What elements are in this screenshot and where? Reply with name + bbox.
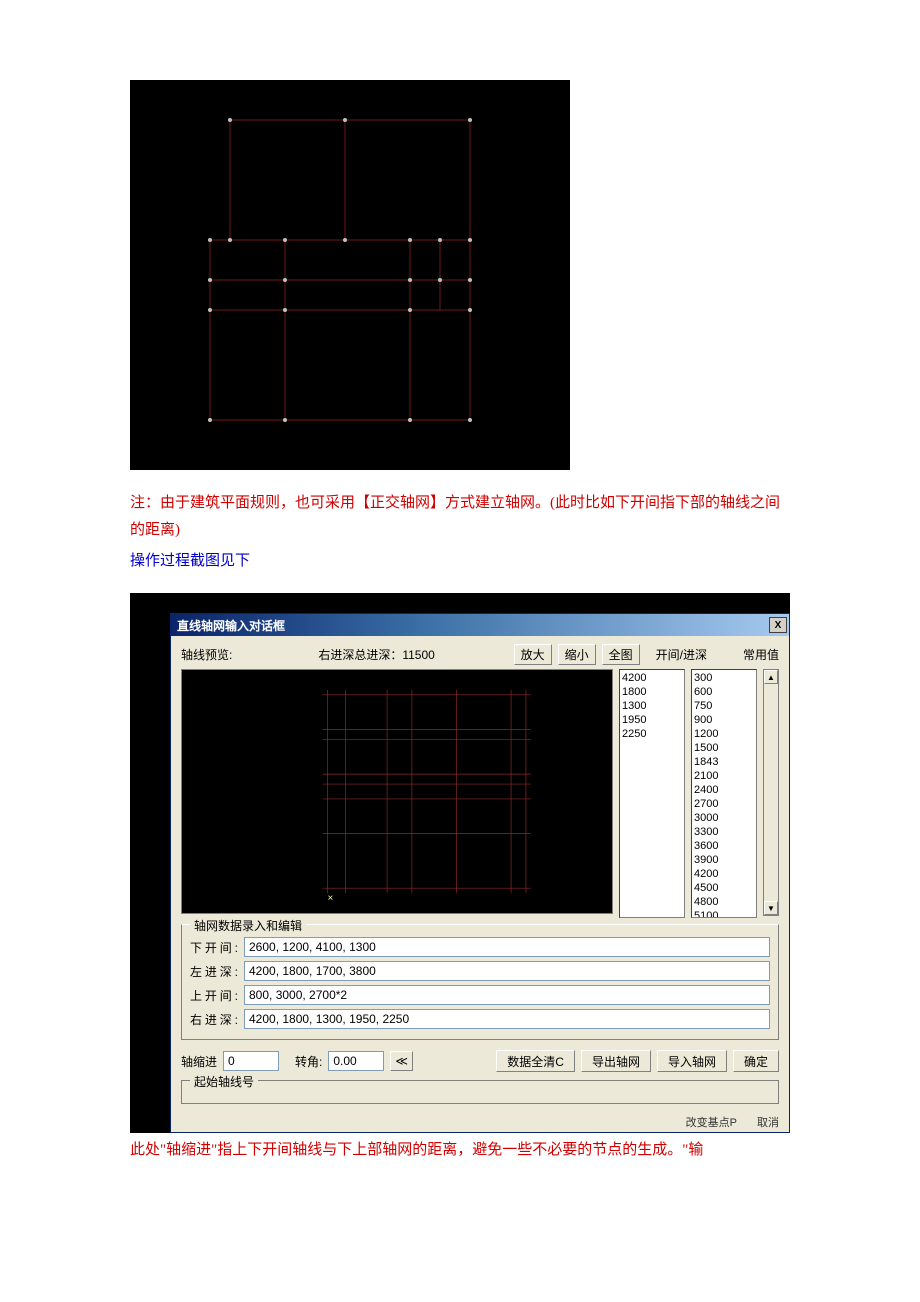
scroll-up-icon[interactable]: ▲ xyxy=(764,670,778,684)
list-item[interactable]: 1300 xyxy=(622,699,682,713)
angle-pick-button[interactable]: ≪ xyxy=(390,1051,413,1071)
list2-header: 常用值 xyxy=(743,646,779,663)
list-item[interactable]: 1200 xyxy=(694,727,754,741)
cad-plan-screenshot xyxy=(130,80,570,470)
zoom-out-button[interactable]: 缩小 xyxy=(558,644,596,665)
list-item[interactable]: 4200 xyxy=(694,867,754,881)
list-item[interactable]: 3300 xyxy=(694,825,754,839)
full-view-button[interactable]: 全图 xyxy=(602,644,640,665)
axis-indent-input[interactable]: 0 xyxy=(223,1051,279,1071)
field4-input[interactable]: 4200, 1800, 1300, 1950, 2250 xyxy=(244,1009,770,1029)
list-item[interactable]: 300 xyxy=(694,671,754,685)
field1-input[interactable]: 2600, 1200, 4100, 1300 xyxy=(244,937,770,957)
note-text-3: 此处"轴缩进"指上下开间轴线与下上部轴网的距离，避免一些不必要的节点的生成。"输 xyxy=(130,1137,790,1164)
import-grid-button[interactable]: 导入轴网 xyxy=(657,1050,727,1072)
change-basepoint-button[interactable]: 改变基点P xyxy=(686,1114,737,1130)
rotation-angle-label: 转角: xyxy=(295,1053,322,1070)
list-item[interactable]: 3900 xyxy=(694,853,754,867)
list-item[interactable]: 600 xyxy=(694,685,754,699)
common-values-listbox[interactable]: 3006007509001200150018432100240027003000… xyxy=(691,669,757,918)
list-item[interactable]: 2250 xyxy=(622,727,682,741)
ok-button[interactable]: 确定 xyxy=(733,1050,779,1072)
list-item[interactable]: 900 xyxy=(694,713,754,727)
dialog-title: 直线轴网输入对话框 xyxy=(177,617,285,634)
depth-summary-label: 右进深总进深：11500 xyxy=(318,646,434,663)
field3-input[interactable]: 800, 3000, 2700*2 xyxy=(244,985,770,1005)
scroll-down-icon[interactable]: ▼ xyxy=(764,901,778,915)
listbox-scrollbar[interactable]: ▲ ▼ xyxy=(763,669,779,916)
note-text-1: 注：由于建筑平面规则，也可采用【正交轴网】方式建立轴网。(此时比如下开间指下部的… xyxy=(130,490,790,544)
list-item[interactable]: 5100 xyxy=(694,909,754,918)
export-grid-button[interactable]: 导出轴网 xyxy=(581,1050,651,1072)
list-item[interactable]: 2700 xyxy=(694,797,754,811)
list-item[interactable]: 750 xyxy=(694,699,754,713)
group-start-axis-title: 起始轴线号 xyxy=(190,1073,258,1090)
dialog-titlebar[interactable]: 直线轴网输入对话框 X xyxy=(171,614,789,636)
axis-indent-label: 轴缩进 xyxy=(181,1053,217,1070)
preview-label: 轴线预览: xyxy=(181,646,232,663)
dialog-screenshot: 直线轴网输入对话框 X 轴线预览: 右进深总进深：11500 放大 缩小 全图 … xyxy=(130,593,790,1133)
zoom-in-button[interactable]: 放大 xyxy=(514,644,552,665)
list-item[interactable]: 4800 xyxy=(694,895,754,909)
list-item[interactable]: 2400 xyxy=(694,783,754,797)
list-item[interactable]: 1800 xyxy=(622,685,682,699)
note-text-2: 操作过程截图见下 xyxy=(130,548,790,575)
list-item[interactable]: 1500 xyxy=(694,741,754,755)
field2-label: 左进深: xyxy=(190,963,238,980)
list-item[interactable]: 1843 xyxy=(694,755,754,769)
grid-preview-canvas[interactable]: × xyxy=(181,669,613,914)
close-icon[interactable]: X xyxy=(769,617,787,633)
list-item[interactable]: 4500 xyxy=(694,881,754,895)
svg-text:×: × xyxy=(328,893,334,904)
field4-label: 右进深: xyxy=(190,1011,238,1028)
group-data-entry-title: 轴网数据录入和编辑 xyxy=(190,917,306,934)
list-item[interactable]: 1950 xyxy=(622,713,682,727)
clear-data-button[interactable]: 数据全清C xyxy=(496,1050,575,1072)
field1-label: 下开间: xyxy=(190,939,238,956)
list-item[interactable]: 3600 xyxy=(694,839,754,853)
span-depth-listbox[interactable]: 42001800130019502250 xyxy=(619,669,685,918)
rotation-angle-input[interactable]: 0.00 xyxy=(328,1051,384,1071)
list-item[interactable]: 3000 xyxy=(694,811,754,825)
list-item[interactable]: 4200 xyxy=(622,671,682,685)
list1-header: 开间/进深 xyxy=(656,646,707,663)
field3-label: 上开间: xyxy=(190,987,238,1004)
cancel-button[interactable]: 取消 xyxy=(757,1114,779,1130)
field2-input[interactable]: 4200, 1800, 1700, 3800 xyxy=(244,961,770,981)
list-item[interactable]: 2100 xyxy=(694,769,754,783)
